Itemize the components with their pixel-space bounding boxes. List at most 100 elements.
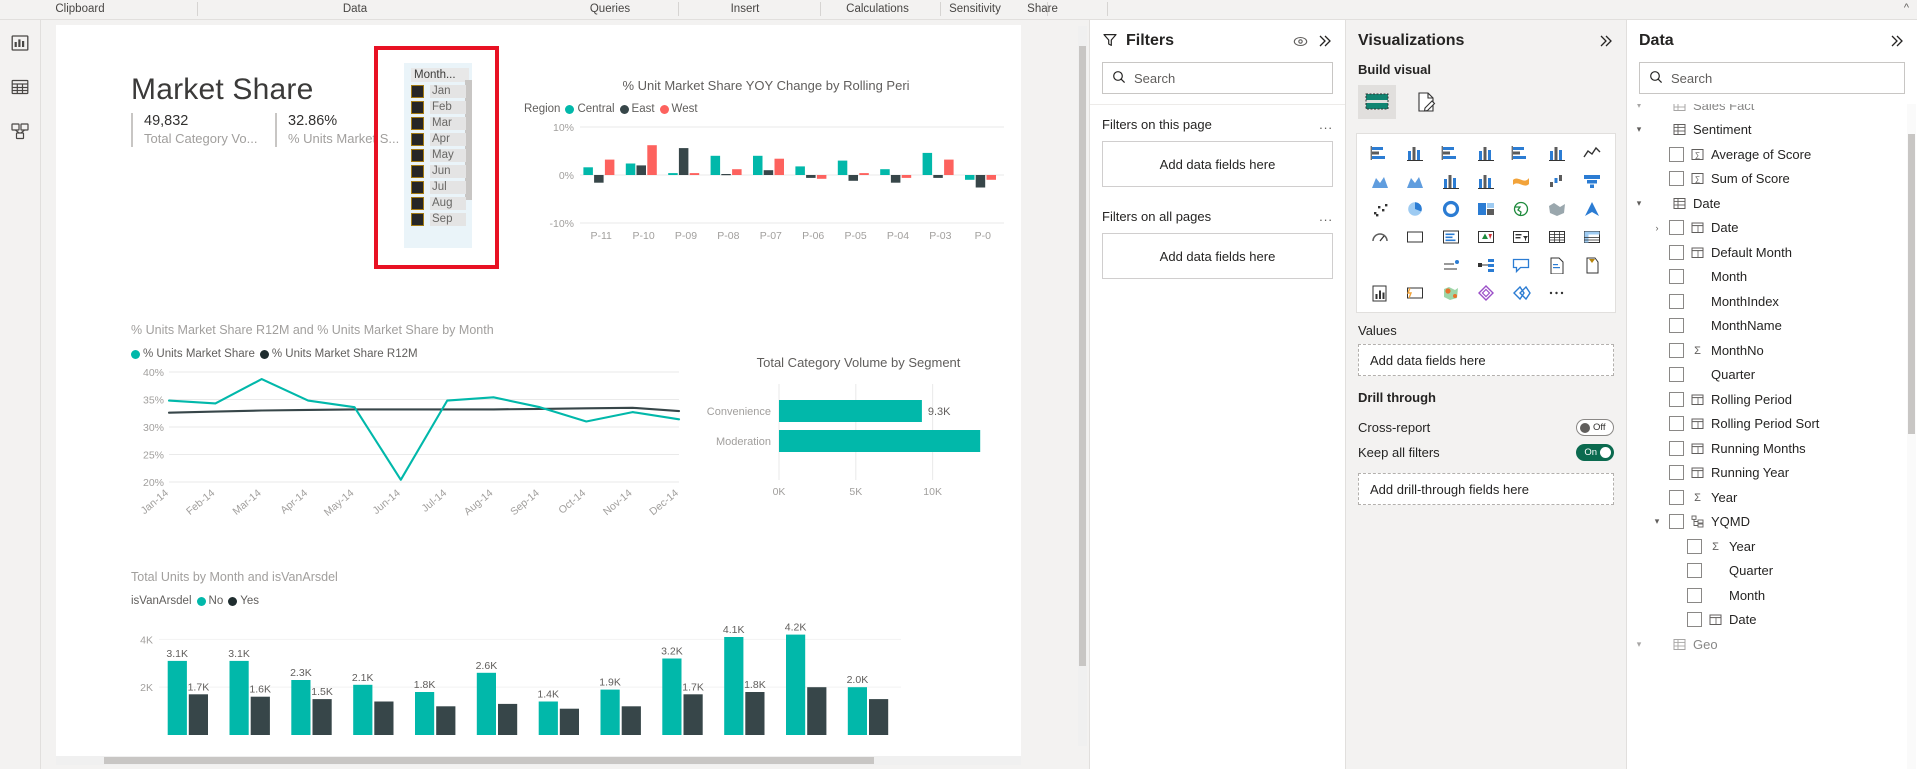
field-list[interactable]: ▾ Sales Fact ▾ Sentiment ∑ Average of Score ∑ S…	[1627, 104, 1917, 769]
legend-isvanarsdel[interactable]: isVanArsdel No Yes	[131, 595, 1011, 607]
field-row-running-year[interactable]: Running Year	[1627, 461, 1917, 486]
visual-units-by-month[interactable]: Total Units by Month and isVanArsdel isV…	[131, 570, 1011, 760]
slicer-item-sep[interactable]: Sep	[411, 213, 466, 226]
eye-icon[interactable]	[1292, 33, 1309, 50]
ribbon-group-data[interactable]: Data	[300, 1, 410, 17]
stacked-bar-chart-icon[interactable]	[1363, 142, 1396, 164]
more-options-icon[interactable]: ...	[1319, 209, 1333, 224]
gauge-icon[interactable]	[1363, 226, 1396, 248]
donut-chart-icon[interactable]	[1434, 198, 1467, 220]
field-row-sum-of-score[interactable]: ∑ Sum of Score	[1627, 167, 1917, 192]
treemap-icon[interactable]	[1469, 198, 1502, 220]
line-stacked-column-icon[interactable]	[1434, 170, 1467, 192]
key-influencers-icon[interactable]	[1434, 254, 1467, 276]
more-visuals-icon[interactable]	[1540, 282, 1573, 304]
data-pane-scrollbar[interactable]	[1907, 104, 1916, 769]
slicer-checkbox[interactable]	[411, 133, 424, 146]
ribbon-group-insert[interactable]: Insert	[695, 1, 795, 17]
arcgis-map-icon[interactable]	[1434, 282, 1467, 304]
field-row-month[interactable]: Month	[1627, 583, 1917, 608]
model-view-icon[interactable]	[9, 120, 31, 142]
visual-segment-volume[interactable]: Total Category Volume by Segment 0K 5K 10K…	[701, 355, 1016, 525]
clustered-bar-chart-icon[interactable]	[1434, 142, 1467, 164]
field-checkbox[interactable]	[1669, 489, 1684, 505]
slicer-scrollbar[interactable]	[465, 80, 472, 200]
field-checkbox[interactable]	[1669, 171, 1684, 187]
slicer-header[interactable]: Month...	[411, 68, 469, 82]
power-automate-icon[interactable]	[1505, 282, 1538, 304]
multi-row-card-icon[interactable]	[1434, 226, 1467, 248]
slicer-item-jun[interactable]: Jun	[411, 165, 466, 178]
ribbon-group-clipboard[interactable]: Clipboard	[30, 1, 130, 17]
legend-region[interactable]: Region Central East West	[524, 103, 1016, 115]
paginated-report-icon[interactable]	[1576, 254, 1609, 276]
ribbon-group-queries[interactable]: Queries	[560, 1, 660, 17]
slicer-checkbox[interactable]	[411, 85, 424, 98]
table-icon[interactable]	[1540, 226, 1573, 248]
filled-map-icon[interactable]	[1540, 198, 1573, 220]
field-row-date[interactable]: › Date	[1627, 216, 1917, 241]
stacked-column-chart-icon[interactable]	[1398, 142, 1431, 164]
decomposition-tree-icon[interactable]	[1469, 254, 1502, 276]
kpi-card-units-market-share[interactable]: 32.86% % Units Market S...	[275, 113, 399, 147]
filters-search-input[interactable]: Search	[1102, 62, 1333, 94]
slicer-checkbox[interactable]	[411, 101, 424, 114]
waterfall-chart-icon[interactable]	[1540, 170, 1573, 192]
slicer-item-jul[interactable]: Jul	[411, 181, 466, 194]
field-row-date[interactable]: Date	[1627, 608, 1917, 633]
field-checkbox[interactable]	[1669, 220, 1684, 236]
area-chart-icon[interactable]	[1363, 170, 1396, 192]
slicer-item-jan[interactable]: Jan	[411, 85, 466, 98]
kpi-card-total-category-volume[interactable]: 49,832 Total Category Vo...	[131, 113, 257, 147]
line-chart-icon[interactable]	[1576, 142, 1609, 164]
slicer-checkbox[interactable]	[411, 117, 424, 130]
field-checkbox[interactable]	[1669, 293, 1684, 309]
visual-yoy-change[interactable]: % Unit Market Share YOY Change by Rollin…	[516, 70, 1016, 275]
field-checkbox[interactable]	[1669, 318, 1684, 334]
python-visual-icon[interactable]	[1398, 254, 1431, 276]
slicer-checkbox[interactable]	[411, 149, 424, 162]
field-row-month[interactable]: Month	[1627, 265, 1917, 290]
qna-icon[interactable]	[1505, 254, 1538, 276]
chevron-double-right-icon[interactable]	[1598, 33, 1614, 49]
card-icon[interactable]	[1398, 226, 1431, 248]
field-checkbox[interactable]	[1669, 146, 1684, 162]
data-search-input[interactable]: Search	[1639, 62, 1905, 94]
chevron-double-right-icon[interactable]	[1889, 33, 1905, 49]
metrics-icon[interactable]	[1363, 282, 1396, 304]
field-checkbox[interactable]	[1687, 563, 1702, 579]
smart-narrative-icon[interactable]	[1540, 254, 1573, 276]
legend-market-share[interactable]: % Units Market Share % Units Market Shar…	[131, 348, 691, 360]
funnel-chart-icon[interactable]	[1576, 170, 1609, 192]
filters-page-dropzone[interactable]: Add data fields here	[1102, 141, 1333, 187]
more-options-icon[interactable]: ...	[1319, 117, 1333, 132]
field-checkbox[interactable]	[1669, 440, 1684, 456]
slicer-checkbox[interactable]	[411, 213, 424, 226]
field-row-monthindex[interactable]: MonthIndex	[1627, 289, 1917, 314]
month-slicer[interactable]: Month... Jan Feb Mar Apr May Jun Jul Aug Sep	[404, 63, 472, 248]
field-checkbox[interactable]	[1669, 342, 1684, 358]
ribbon-group-calculations[interactable]: Calculations	[820, 1, 935, 17]
field-checkbox[interactable]	[1669, 416, 1684, 432]
field-checkbox[interactable]	[1669, 514, 1684, 530]
visualization-type-gallery[interactable]	[1356, 133, 1616, 313]
slicer-checkbox[interactable]	[411, 181, 424, 194]
azure-map-icon[interactable]	[1576, 198, 1609, 220]
field-checkbox[interactable]	[1669, 465, 1684, 481]
chevron-down-icon[interactable]: ▾	[1633, 198, 1645, 209]
map-icon[interactable]	[1505, 198, 1538, 220]
drill-through-dropzone[interactable]: Add drill-through fields here	[1358, 473, 1614, 505]
field-row-yqmd[interactable]: ▾ YQMD	[1627, 510, 1917, 535]
chevron-up-icon[interactable]: ^	[1904, 2, 1909, 14]
powerapps-diamond-icon[interactable]	[1469, 282, 1502, 304]
field-checkbox[interactable]	[1669, 244, 1684, 260]
field-checkbox[interactable]	[1687, 587, 1702, 603]
slicer-checkbox[interactable]	[411, 197, 424, 210]
field-row-rolling-period-sort[interactable]: Rolling Period Sort	[1627, 412, 1917, 437]
visual-market-share-line[interactable]: % Units Market Share R12M and % Units Ma…	[131, 323, 691, 523]
cross-report-toggle[interactable]: Off	[1576, 419, 1614, 436]
chevron-down-icon[interactable]: ▾	[1651, 516, 1663, 527]
slicer-checkbox[interactable]	[411, 165, 424, 178]
scatter-chart-icon[interactable]	[1363, 198, 1396, 220]
field-row-sentiment[interactable]: ▾ Sentiment	[1627, 118, 1917, 143]
